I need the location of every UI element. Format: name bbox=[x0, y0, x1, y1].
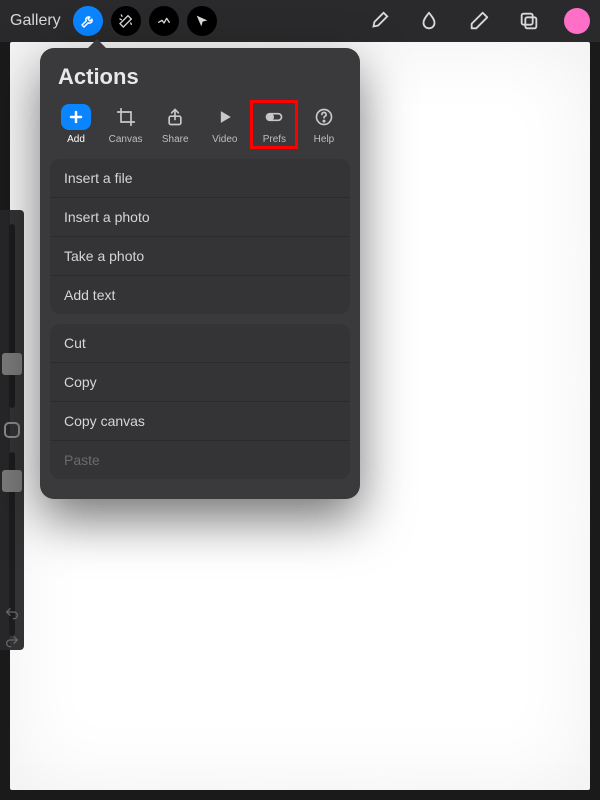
selection-icon bbox=[156, 13, 172, 29]
gallery-button[interactable]: Gallery bbox=[10, 12, 61, 30]
crop-icon bbox=[116, 107, 136, 127]
tab-label: Video bbox=[212, 134, 237, 145]
side-toolbar bbox=[0, 210, 24, 650]
help-icon bbox=[314, 107, 334, 127]
selection-button[interactable] bbox=[149, 6, 179, 36]
wrench-icon bbox=[80, 13, 96, 29]
insert-photo-item[interactable]: Insert a photo bbox=[50, 198, 350, 237]
brush-size-slider[interactable] bbox=[9, 224, 15, 408]
transform-button[interactable] bbox=[187, 6, 217, 36]
insert-group: Insert a file Insert a photo Take a phot… bbox=[50, 159, 350, 314]
actions-tab-row: Add Canvas Share Video Prefs Help bbox=[40, 100, 360, 159]
copy-canvas-item[interactable]: Copy canvas bbox=[50, 402, 350, 441]
top-toolbar: Gallery bbox=[0, 0, 600, 42]
tab-share[interactable]: Share bbox=[153, 102, 197, 147]
cursor-icon bbox=[194, 13, 210, 29]
color-swatch[interactable] bbox=[564, 8, 590, 34]
eraser-icon bbox=[468, 10, 490, 32]
popover-title: Actions bbox=[40, 48, 360, 100]
paste-item: Paste bbox=[50, 441, 350, 479]
undo-icon[interactable] bbox=[4, 606, 20, 622]
insert-file-item[interactable]: Insert a file bbox=[50, 159, 350, 198]
play-icon bbox=[215, 107, 235, 127]
tab-video[interactable]: Video bbox=[203, 102, 247, 147]
brush-tool[interactable] bbox=[364, 6, 394, 36]
tab-add[interactable]: Add bbox=[54, 102, 98, 147]
layers-button[interactable] bbox=[514, 6, 544, 36]
tab-label: Help bbox=[314, 134, 335, 145]
undo-redo-group bbox=[0, 600, 24, 656]
tab-label: Prefs bbox=[263, 134, 286, 145]
tab-prefs[interactable]: Prefs bbox=[252, 102, 296, 147]
brush-icon bbox=[368, 10, 390, 32]
cut-item[interactable]: Cut bbox=[50, 324, 350, 363]
modify-button[interactable] bbox=[4, 422, 20, 438]
copy-item[interactable]: Copy bbox=[50, 363, 350, 402]
tab-label: Canvas bbox=[109, 134, 143, 145]
opacity-knob[interactable] bbox=[2, 470, 22, 492]
toggle-icon bbox=[264, 107, 284, 127]
share-icon bbox=[165, 107, 185, 127]
tab-label: Share bbox=[162, 134, 189, 145]
tab-label: Add bbox=[67, 134, 85, 145]
plus-icon bbox=[66, 107, 86, 127]
eraser-tool[interactable] bbox=[464, 6, 494, 36]
actions-popover: Actions Add Canvas Share Video Prefs Hel… bbox=[40, 48, 360, 499]
smudge-tool[interactable] bbox=[414, 6, 444, 36]
tab-help[interactable]: Help bbox=[302, 102, 346, 147]
layers-icon bbox=[518, 10, 540, 32]
wand-icon bbox=[118, 13, 134, 29]
take-photo-item[interactable]: Take a photo bbox=[50, 237, 350, 276]
add-text-item[interactable]: Add text bbox=[50, 276, 350, 314]
adjustments-button[interactable] bbox=[111, 6, 141, 36]
actions-button[interactable] bbox=[73, 6, 103, 36]
redo-icon[interactable] bbox=[4, 634, 20, 650]
smudge-icon bbox=[418, 10, 440, 32]
clipboard-group: Cut Copy Copy canvas Paste bbox=[50, 324, 350, 479]
tab-canvas[interactable]: Canvas bbox=[104, 102, 148, 147]
brush-size-knob[interactable] bbox=[2, 353, 22, 375]
